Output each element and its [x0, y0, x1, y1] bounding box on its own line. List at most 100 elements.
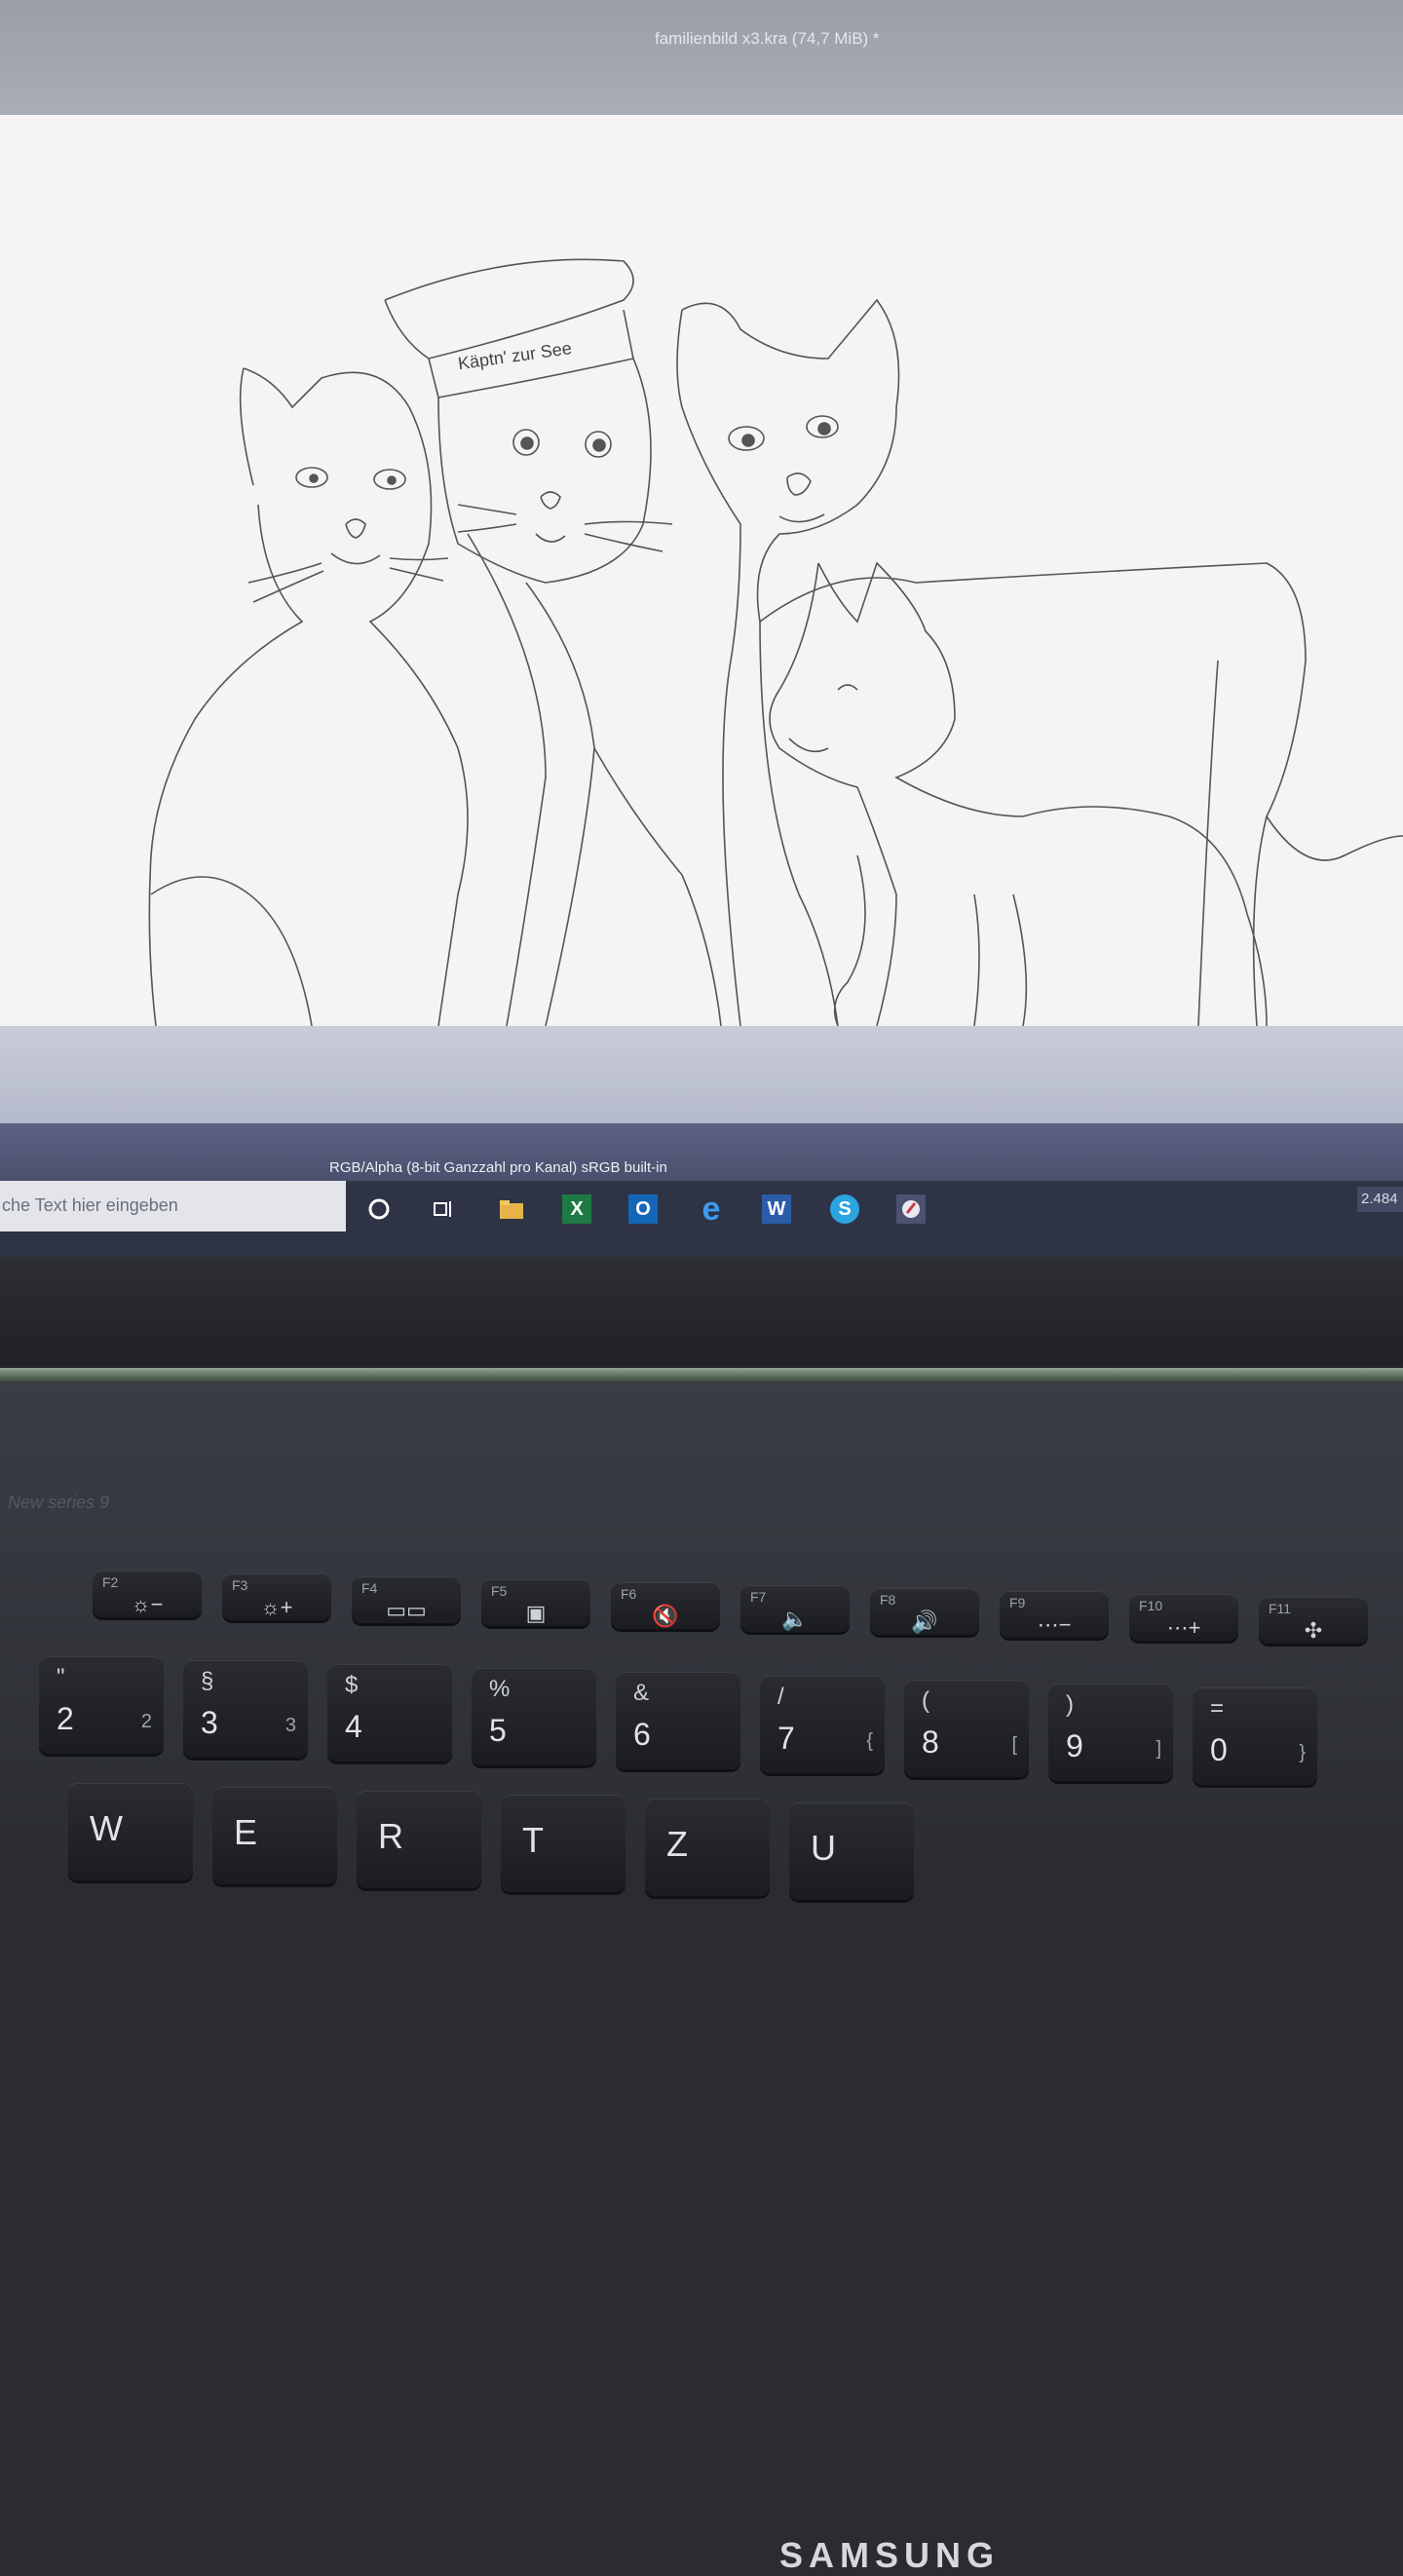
- key-shift-symbol: ): [1066, 1691, 1074, 1718]
- laptop-hinge: [0, 1368, 1403, 1382]
- function-key-f10[interactable]: F10 ⋯+: [1129, 1594, 1238, 1641]
- key-2[interactable]: " 2 2: [39, 1656, 164, 1754]
- function-key-label: F8: [880, 1592, 896, 1608]
- cat-family-sketch: Käptn' zur See: [148, 258, 1403, 1026]
- function-key-f5[interactable]: F5 ▣: [481, 1579, 590, 1626]
- function-key-icon: 🔊: [911, 1610, 938, 1634]
- skype-icon[interactable]: S: [830, 1194, 859, 1224]
- function-key-label: F3: [232, 1577, 248, 1593]
- key-alt-symbol: ]: [1156, 1738, 1161, 1760]
- key-alt-symbol: 3: [284, 1715, 296, 1736]
- function-key-f2[interactable]: F2 ☼−: [93, 1571, 202, 1617]
- key-t[interactable]: T: [501, 1795, 626, 1892]
- laptop-screen: familienbild x3.kra (74,7 MiB) * Käptn' …: [0, 0, 1403, 1257]
- key-6[interactable]: & 6: [616, 1672, 740, 1769]
- key-letter: T: [522, 1820, 544, 1860]
- function-key-icon: 🔇: [652, 1604, 679, 1628]
- key-main-symbol: 2: [57, 1701, 74, 1736]
- function-key-f6[interactable]: F6 🔇: [611, 1582, 720, 1629]
- key-w[interactable]: W: [68, 1783, 193, 1880]
- function-key-icon: ☼−: [131, 1592, 164, 1616]
- key-shift-symbol: &: [633, 1680, 650, 1706]
- key-letter: E: [234, 1812, 258, 1852]
- key-z[interactable]: Z: [645, 1799, 770, 1896]
- key-shift-symbol: =: [1210, 1695, 1225, 1722]
- krita-icon[interactable]: [896, 1194, 926, 1224]
- hat-label: Käptn' zur See: [457, 338, 573, 373]
- title-bar: familienbild x3.kra (74,7 MiB) *: [0, 0, 1403, 115]
- function-key-label: F11: [1269, 1601, 1292, 1616]
- key-shift-symbol: $: [345, 1672, 359, 1698]
- key-9[interactable]: ) 9]: [1048, 1684, 1173, 1781]
- excel-icon[interactable]: X: [562, 1194, 591, 1224]
- function-key-icon: ✣: [1304, 1618, 1323, 1643]
- function-key-icon: ☼+: [260, 1595, 293, 1619]
- key-shift-symbol: (: [922, 1687, 929, 1714]
- key-4[interactable]: $4: [327, 1664, 452, 1762]
- function-key-icon: ⋯−: [1037, 1612, 1072, 1637]
- laptop-bezel: SAMSUNG: [0, 1257, 1403, 2575]
- file-explorer-icon[interactable]: [497, 1194, 526, 1224]
- key-0[interactable]: = 0}: [1193, 1687, 1317, 1785]
- key-e[interactable]: E: [212, 1787, 337, 1884]
- task-view-icon[interactable]: [429, 1194, 458, 1224]
- key-letter: Z: [666, 1824, 688, 1864]
- edge-icon[interactable]: e: [697, 1191, 726, 1228]
- key-r[interactable]: R: [357, 1791, 481, 1888]
- key-shift-symbol: §: [201, 1668, 214, 1694]
- key-7[interactable]: / 7 {: [760, 1676, 885, 1773]
- key-u[interactable]: U: [789, 1802, 914, 1900]
- key-5[interactable]: % 5: [472, 1668, 596, 1765]
- function-key-f4[interactable]: F4 ▭▭: [352, 1576, 461, 1623]
- key-main-symbol: 5: [489, 1713, 507, 1748]
- function-key-f11[interactable]: F11 ✣: [1259, 1597, 1368, 1644]
- key-alt-symbol: {: [866, 1730, 873, 1752]
- function-key-icon: 🔈: [781, 1607, 809, 1631]
- key-alt-symbol: }: [1299, 1742, 1306, 1763]
- function-key-label: F9: [1009, 1595, 1026, 1610]
- brand-logo: SAMSUNG: [779, 2535, 1001, 2575]
- function-key-f8[interactable]: F8 🔊: [870, 1588, 979, 1635]
- function-key-label: F10: [1139, 1598, 1163, 1613]
- key-shift-symbol: /: [777, 1684, 784, 1710]
- outlook-icon[interactable]: O: [628, 1194, 658, 1224]
- function-key-label: F7: [750, 1589, 767, 1605]
- function-key-icon: ⋯+: [1166, 1615, 1201, 1640]
- zoom-readout: 2.484: [1357, 1187, 1403, 1212]
- function-key-label: F2: [102, 1574, 119, 1590]
- key-main-symbol: 7: [777, 1721, 795, 1756]
- search-placeholder: che Text hier eingeben: [2, 1195, 178, 1215]
- function-key-f9[interactable]: F9 ⋯−: [1000, 1591, 1109, 1638]
- key-3[interactable]: § 3 3: [183, 1660, 308, 1758]
- key-main-symbol: 4: [345, 1709, 362, 1744]
- function-key-icon: ▣: [525, 1601, 547, 1625]
- key-main-symbol: 3: [201, 1705, 218, 1740]
- function-key-label: F5: [491, 1583, 508, 1599]
- key-main-symbol: 6: [633, 1717, 651, 1752]
- drawing-canvas[interactable]: Käptn' zur See: [0, 115, 1403, 1026]
- status-bar: [0, 1123, 1403, 1182]
- key-main-symbol: 0: [1210, 1732, 1228, 1767]
- key-8[interactable]: (8 [: [904, 1680, 1029, 1777]
- key-shift-symbol: ": [57, 1664, 65, 1690]
- key-shift-symbol: %: [489, 1676, 511, 1702]
- model-label: New series 9: [8, 1493, 110, 1512]
- function-key-f3[interactable]: F3 ☼+: [222, 1573, 331, 1620]
- function-key-f7[interactable]: F7 🔈: [740, 1585, 850, 1632]
- document-title: familienbild x3.kra (74,7 MiB) *: [655, 29, 880, 48]
- function-key-label: F6: [621, 1586, 637, 1602]
- key-alt-symbol: 2: [140, 1711, 152, 1732]
- word-icon[interactable]: W: [762, 1194, 791, 1224]
- cortana-icon[interactable]: [364, 1194, 394, 1224]
- key-letter: W: [90, 1808, 123, 1848]
- color-profile-label: RGB/Alpha (8-bit Ganzzahl pro Kanal) sRG…: [329, 1159, 667, 1176]
- key-main-symbol: 9: [1066, 1728, 1083, 1763]
- key-letter: R: [378, 1816, 403, 1856]
- function-key-label: F4: [361, 1580, 378, 1596]
- key-letter: U: [811, 1828, 836, 1868]
- taskbar-search-input[interactable]: che Text hier eingeben: [0, 1181, 346, 1231]
- key-main-symbol: 8: [922, 1724, 939, 1760]
- function-key-icon: ▭▭: [386, 1598, 427, 1622]
- lower-panel: [0, 1026, 1403, 1123]
- key-alt-symbol: [: [1011, 1734, 1017, 1756]
